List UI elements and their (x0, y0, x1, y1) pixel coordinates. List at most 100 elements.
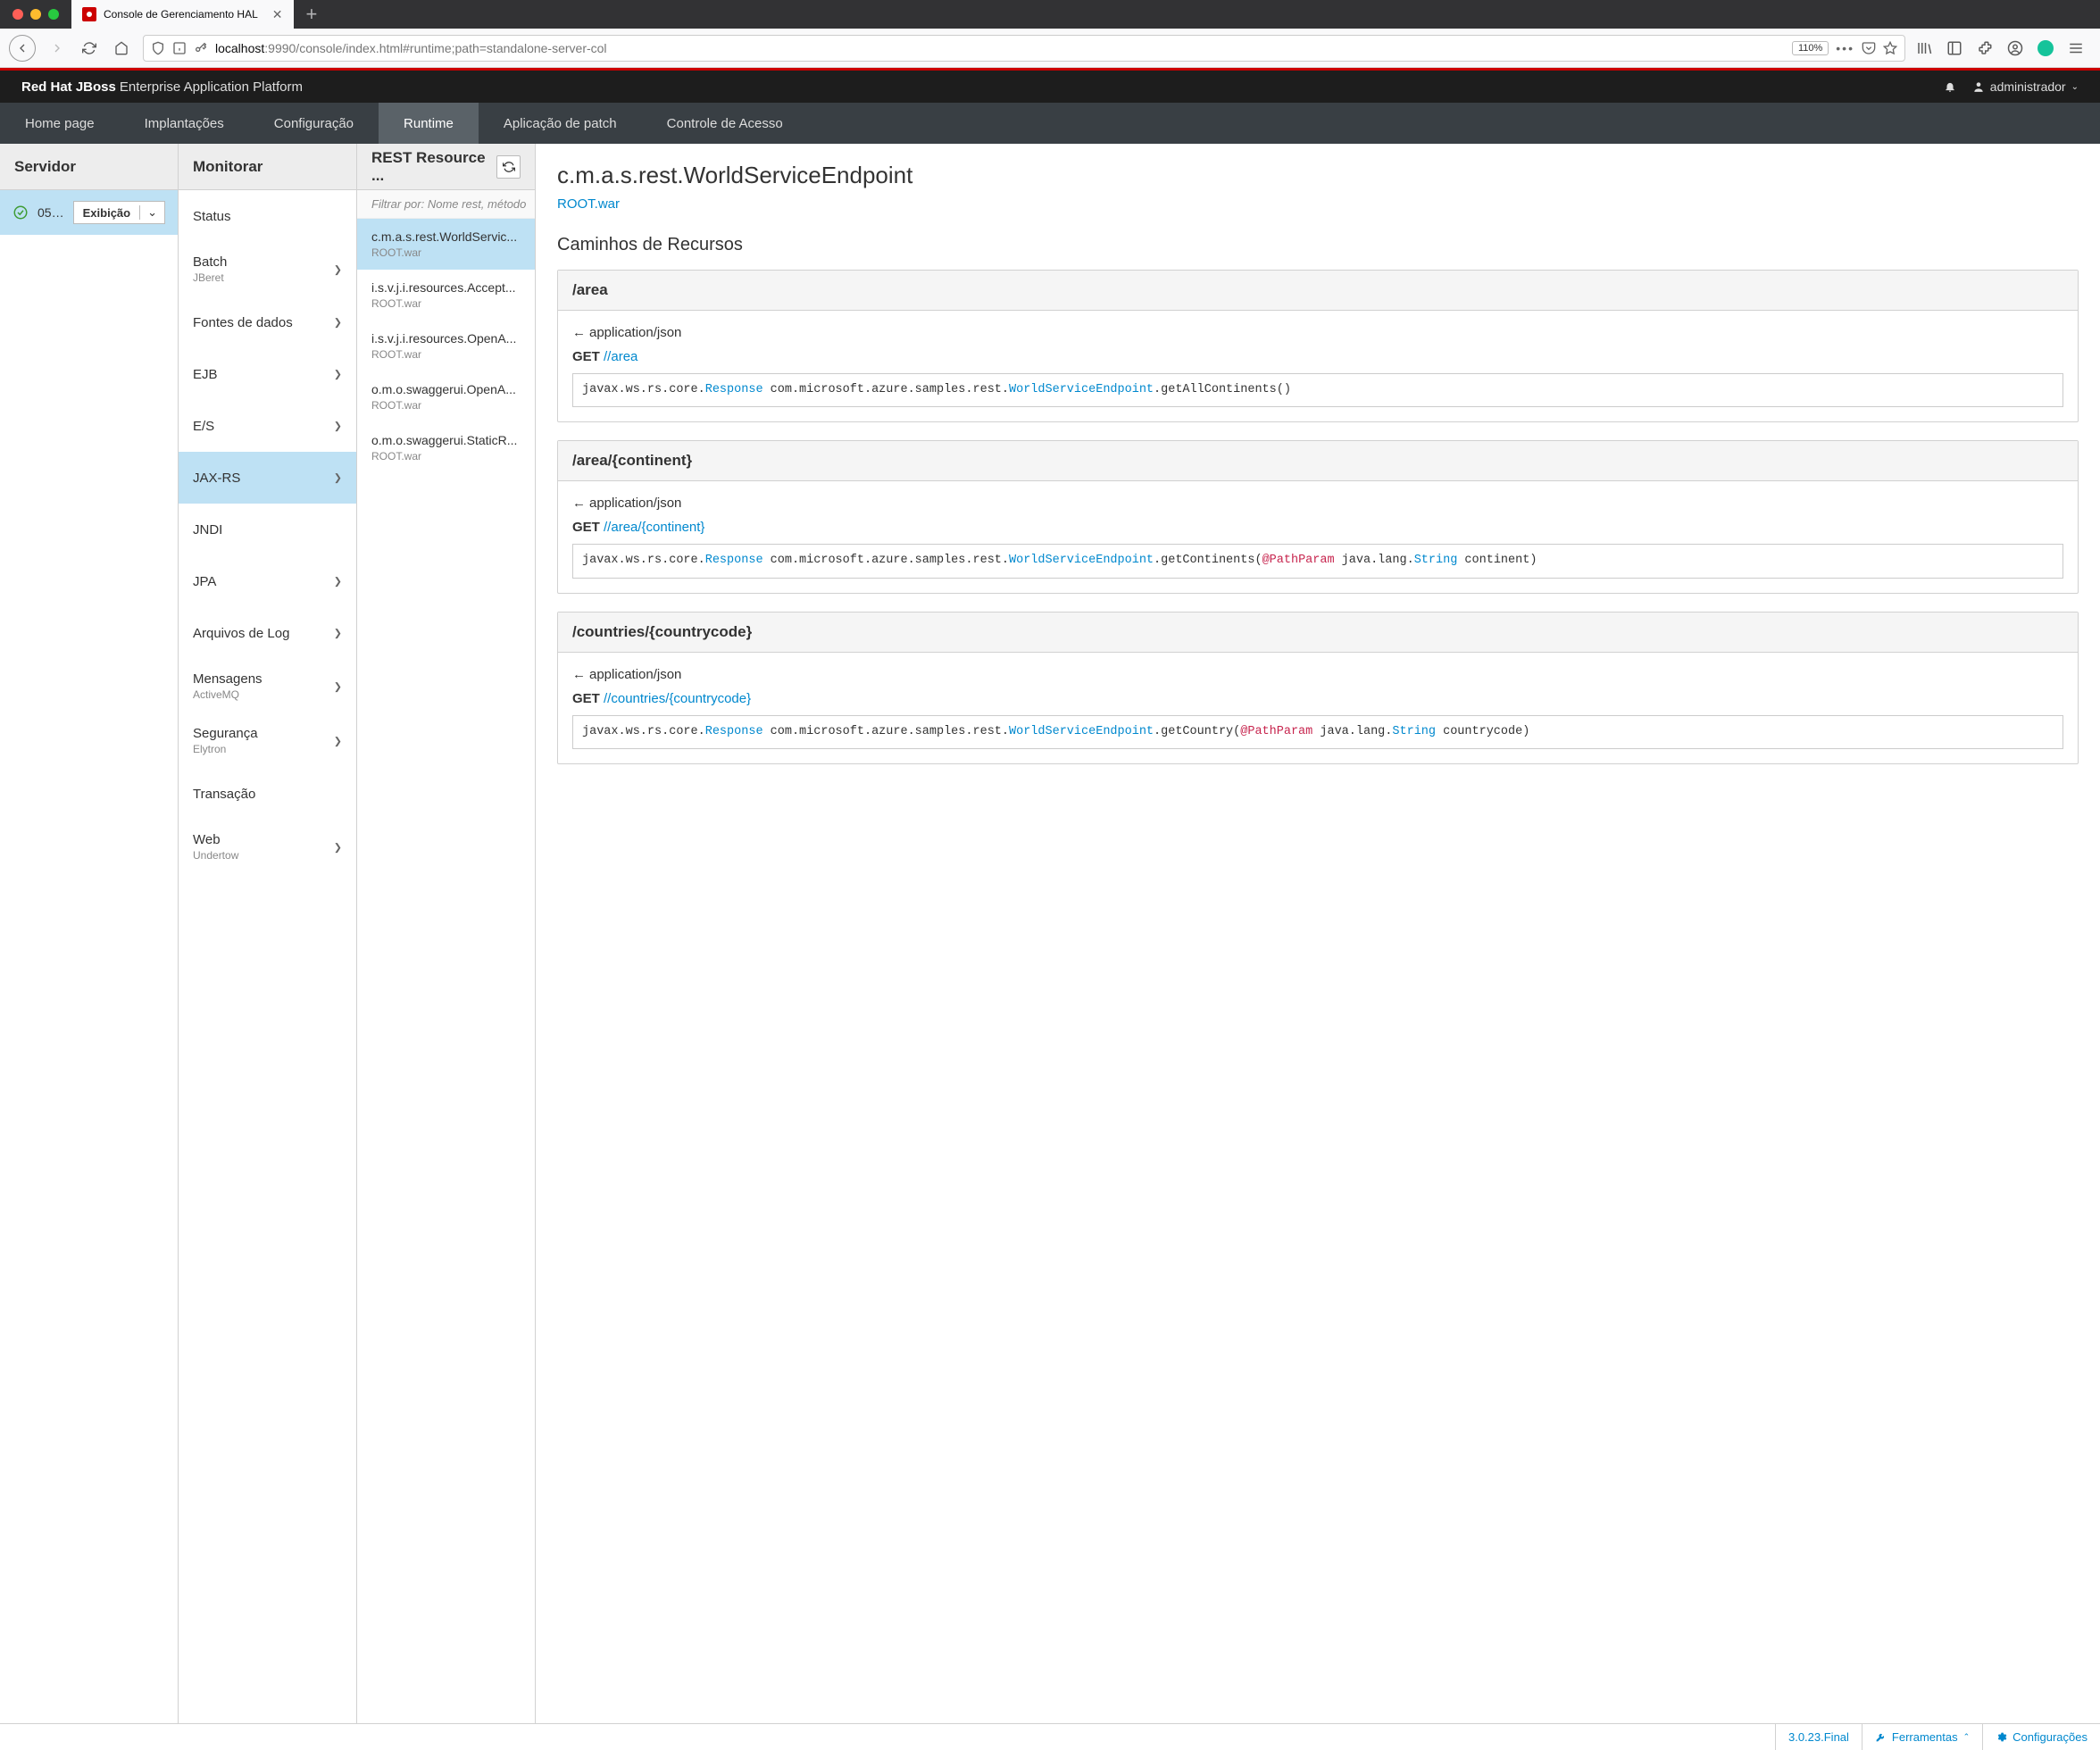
server-item[interactable]: 05b... Exibição ⌄ (0, 190, 178, 235)
produces-line: ←application/json (572, 496, 2063, 511)
monitor-item-status[interactable]: Status (179, 190, 356, 242)
menu-icon[interactable] (2068, 40, 2084, 56)
nav-controle-de-acesso[interactable]: Controle de Acesso (642, 103, 808, 144)
gear-icon (1996, 1731, 2007, 1743)
resource-path-header: /area/{continent} (558, 441, 2078, 481)
brand-rest: Enterprise Application Platform (120, 79, 303, 95)
produces-line: ←application/json (572, 325, 2063, 340)
page-info-icon (172, 41, 187, 55)
tab-close-icon[interactable]: ✕ (272, 7, 283, 22)
version-label[interactable]: 3.0.23.Final (1775, 1724, 1862, 1750)
shield-icon (151, 41, 165, 55)
filter-input[interactable]: Filtrar por: Nome rest, método (357, 190, 535, 219)
monitor-item-e-s[interactable]: E/S❯ (179, 400, 356, 452)
monitor-item-ejb[interactable]: EJB❯ (179, 348, 356, 400)
pocket-icon[interactable] (1862, 41, 1876, 55)
monitor-item-label: Mensagens (193, 671, 342, 687)
resource-item-title: o.m.o.swaggerui.OpenA... (371, 382, 521, 396)
maximize-window-icon[interactable] (48, 9, 59, 20)
resource-path-header: /countries/{countrycode} (558, 612, 2078, 653)
monitor-item-label: JPA (193, 574, 216, 589)
key-icon (194, 41, 208, 55)
monitor-item-transa-o[interactable]: Transação (179, 768, 356, 820)
resource-path-body: ←application/jsonGET //countries/{countr… (558, 653, 2078, 763)
user-menu[interactable]: administrador ⌄ (1972, 79, 2079, 94)
new-tab-button[interactable]: + (294, 3, 330, 26)
extension-icon[interactable] (1977, 40, 1993, 56)
nav-home-page[interactable]: Home page (0, 103, 120, 144)
resource-column-header: REST Resource ... (357, 144, 535, 190)
monitor-item-mensagens[interactable]: MensagensActiveMQ❯ (179, 659, 356, 713)
url-bar[interactable]: localhost:9990/console/index.html#runtim… (143, 35, 1905, 62)
monitor-item-web[interactable]: WebUndertow❯ (179, 820, 356, 874)
home-button[interactable] (111, 38, 132, 59)
monitor-item-arquivos-de-log[interactable]: Arquivos de Log❯ (179, 607, 356, 659)
resource-item-sub: ROOT.war (371, 246, 521, 259)
url-text: localhost:9990/console/index.html#runtim… (215, 41, 1785, 55)
method-path-link[interactable]: //area (604, 349, 638, 364)
tools-menu[interactable]: Ferramentas ⌃ (1862, 1724, 1982, 1750)
settings-link[interactable]: Configurações (1982, 1724, 2100, 1750)
close-window-icon[interactable] (12, 9, 23, 20)
browser-tab[interactable]: Console de Gerenciamento HAL ✕ (71, 0, 294, 29)
back-button[interactable] (9, 35, 36, 62)
chevron-right-icon: ❯ (334, 263, 342, 275)
monitor-item-jax-rs[interactable]: JAX-RS❯ (179, 452, 356, 504)
monitor-item-label: E/S (193, 419, 214, 434)
deployment-link[interactable]: ROOT.war (557, 196, 620, 212)
server-name: 05b... (38, 205, 64, 220)
monitor-item-label: Transação (193, 787, 255, 802)
method-signature-code: javax.ws.rs.core.Response com.microsoft.… (572, 544, 2063, 578)
monitor-item-label: Segurança (193, 726, 342, 741)
monitor-item-fontes-de-dados[interactable]: Fontes de dados❯ (179, 296, 356, 348)
status-ok-icon (12, 204, 29, 221)
monitor-item-jpa[interactable]: JPA ❯ (179, 555, 356, 607)
chevron-right-icon: ❯ (334, 576, 342, 588)
method-path-link[interactable]: //area/{continent} (604, 520, 704, 535)
server-column: Servidor 05b... Exibição ⌄ (0, 144, 179, 1723)
more-actions-icon[interactable]: ••• (1836, 41, 1854, 55)
resource-item[interactable]: o.m.o.swaggerui.OpenA... ROOT.war (357, 371, 535, 422)
chevron-down-icon: ⌄ (139, 205, 164, 220)
chevron-down-icon: ⌄ (2071, 82, 2079, 92)
nav-runtime[interactable]: Runtime (379, 103, 479, 144)
notifications-icon[interactable] (1944, 80, 1956, 93)
resource-item[interactable]: o.m.o.swaggerui.StaticR...ROOT.war (357, 422, 535, 473)
account-icon[interactable] (2007, 40, 2023, 56)
resource-item-sub: ROOT.war (371, 399, 521, 412)
zoom-badge[interactable]: 110% (1792, 41, 1829, 55)
resource-item[interactable]: c.m.a.s.rest.WorldServic...ROOT.war (357, 219, 535, 270)
forward-button[interactable] (46, 38, 68, 59)
detail-title: c.m.a.s.rest.WorldServiceEndpoint (557, 162, 2079, 189)
method-signature-code: javax.ws.rs.core.Response com.microsoft.… (572, 715, 2063, 749)
method-line: GET //area/{continent} (572, 520, 2063, 535)
chevron-right-icon: ❯ (334, 369, 342, 380)
refresh-icon (503, 161, 515, 173)
refresh-button[interactable] (496, 155, 521, 179)
resource-item-title: o.m.o.swaggerui.StaticR... (371, 433, 521, 447)
nav-aplicação-de-patch[interactable]: Aplicação de patch (479, 103, 642, 144)
chevron-right-icon: ❯ (334, 735, 342, 746)
nav-implantações[interactable]: Implantações (120, 103, 249, 144)
chevron-right-icon: ❯ (334, 628, 342, 639)
sidebar-icon[interactable] (1946, 40, 1962, 56)
resource-path-card: /countries/{countrycode}←application/jso… (557, 612, 2079, 764)
view-dropdown[interactable]: Exibição ⌄ (73, 201, 165, 224)
monitor-item-seguran-a[interactable]: SegurançaElytron❯ (179, 713, 356, 768)
monitor-item-jndi[interactable]: JNDI (179, 504, 356, 555)
tab-favicon-icon (82, 7, 96, 21)
library-icon[interactable] (1916, 40, 1932, 56)
resource-item[interactable]: i.s.v.j.i.resources.OpenA...ROOT.war (357, 321, 535, 371)
resource-item[interactable]: i.s.v.j.i.resources.Accept...ROOT.war (357, 270, 535, 321)
minimize-window-icon[interactable] (30, 9, 41, 20)
monitor-item-sublabel: Undertow (193, 849, 342, 862)
section-title: Caminhos de Recursos (557, 235, 2079, 255)
method-path-link[interactable]: //countries/{countrycode} (604, 691, 751, 706)
nav-configuração[interactable]: Configuração (249, 103, 379, 144)
bookmark-star-icon[interactable] (1883, 41, 1897, 55)
resource-item-title: i.s.v.j.i.resources.OpenA... (371, 331, 521, 346)
chevron-right-icon: ❯ (334, 680, 342, 692)
grammarly-icon[interactable] (2038, 40, 2054, 56)
monitor-item-batch[interactable]: BatchJBeret❯ (179, 242, 356, 296)
reload-button[interactable] (79, 38, 100, 59)
